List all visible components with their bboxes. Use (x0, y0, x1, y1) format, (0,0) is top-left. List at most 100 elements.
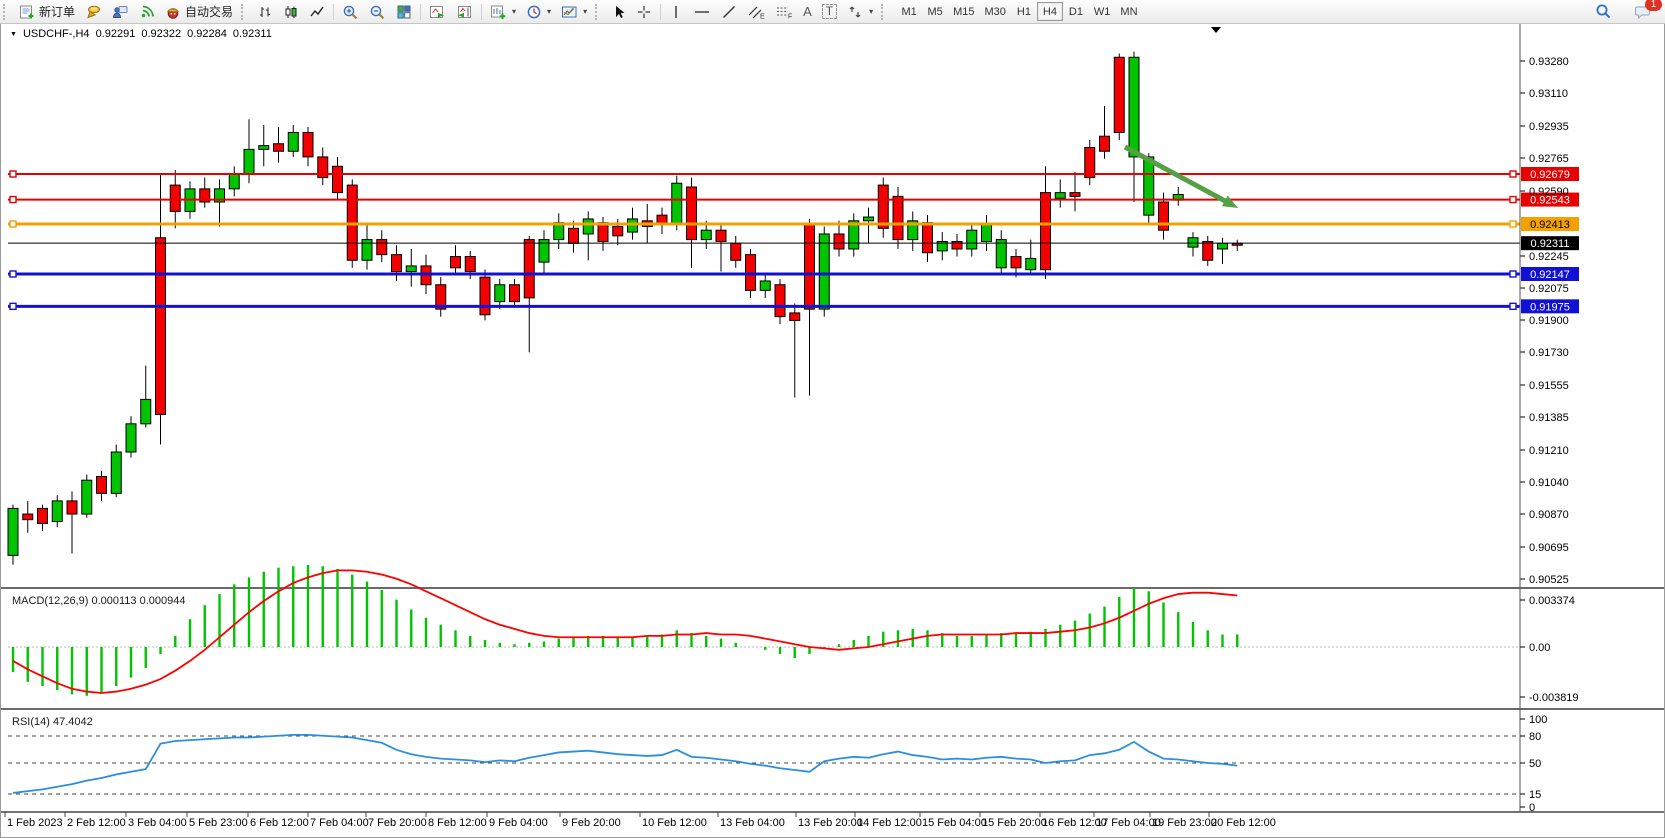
new-chart-dropdown-caret[interactable]: ▾ (512, 7, 516, 16)
candle-body (672, 183, 682, 224)
notification-badge: 1 (1645, 0, 1662, 11)
time-tick-label: 3 Feb 04:00 (128, 817, 187, 829)
symbol-period-label: USDCHF-,H4 (23, 28, 90, 40)
time-tick-label: 13 Feb 20:00 (798, 817, 863, 829)
horizontal-line-icon (693, 4, 711, 20)
candle-body (982, 225, 992, 242)
timeframe-button-M15[interactable]: M15 (948, 2, 979, 21)
price-level-tag-label: 0.92413 (1530, 219, 1570, 231)
period-button[interactable]: ▾ (521, 2, 556, 22)
price-tick-label: 0.92245 (1529, 251, 1569, 263)
time-tick-label: 19 Feb 23:00 (1152, 817, 1217, 829)
label-tool-button[interactable]: T (817, 2, 842, 22)
price-tick-label: 0.92935 (1529, 121, 1569, 133)
timeframe-button-M5[interactable]: M5 (922, 2, 948, 21)
template-icon (561, 4, 578, 20)
candle-body (170, 185, 180, 211)
zoom-out-button[interactable] (364, 2, 391, 22)
template-button[interactable]: ▾ (556, 2, 592, 22)
candle-body (731, 243, 741, 260)
price-tick-label: 0.90695 (1529, 542, 1569, 554)
hline-tool-button[interactable] (688, 2, 716, 22)
cursor-tool-button[interactable] (606, 2, 631, 22)
low-value: 0.92284 (187, 28, 227, 40)
terminal-person-icon (112, 4, 129, 20)
notifications-button[interactable]: 1 (1627, 1, 1659, 22)
rsi-axis-label: 100 (1529, 714, 1547, 726)
bar-chart-button[interactable] (252, 2, 278, 22)
line-chart-button[interactable] (304, 2, 330, 22)
candle-body (229, 174, 239, 189)
vline-tool-button[interactable] (664, 2, 688, 22)
timeframe-button-MN[interactable]: MN (1115, 2, 1142, 21)
label-tool-icon: T (822, 4, 837, 19)
trendline-tool-button[interactable] (716, 2, 742, 22)
candle-body (716, 230, 726, 241)
price-tick-label: 0.91900 (1529, 315, 1569, 327)
terminal-button[interactable] (107, 2, 134, 22)
timeframe-button-H1[interactable]: H1 (1011, 2, 1037, 21)
arrows-tool-button[interactable]: ▾ (842, 2, 878, 22)
time-tick-label: 5 Feb 23:00 (189, 817, 248, 829)
line-handle[interactable] (1510, 197, 1516, 203)
time-tick-label: 15 Feb 04:00 (922, 817, 987, 829)
auto-scroll-button[interactable] (424, 2, 451, 22)
price-tick-label: 0.92075 (1529, 283, 1569, 295)
new-order-icon (19, 4, 35, 20)
time-tick-label: 7 Feb 04:00 (310, 817, 369, 829)
candle-body (1055, 193, 1065, 199)
template-dropdown-caret[interactable]: ▾ (583, 7, 587, 16)
search-icon (1595, 3, 1612, 20)
autotrading-button[interactable]: 自动交易 (160, 2, 238, 22)
signals-button[interactable] (134, 2, 160, 22)
fibo-glyph: F (788, 13, 792, 20)
toolbar-grip[interactable] (241, 4, 248, 20)
toolbar-grip[interactable] (881, 4, 888, 20)
line-handle[interactable] (1510, 171, 1516, 177)
candle-body (1159, 202, 1169, 230)
candle-body (1129, 57, 1139, 157)
period-dropdown-caret[interactable]: ▾ (547, 7, 551, 16)
search-button[interactable] (1588, 1, 1619, 22)
candlestick-chart-button[interactable] (278, 2, 304, 22)
time-tick-label: 2 Feb 12:00 (67, 817, 126, 829)
chart-shift-button[interactable] (451, 2, 478, 22)
rsi-axis-label: 80 (1529, 731, 1541, 743)
timeframe-button-W1[interactable]: W1 (1089, 2, 1116, 21)
crosshair-icon (636, 4, 652, 20)
channel-glyph: E (760, 13, 765, 20)
toolbar-grip[interactable] (595, 4, 602, 20)
price-tick-label: 0.90525 (1529, 574, 1569, 586)
tile-windows-icon (396, 4, 412, 20)
arrows-dropdown-caret[interactable]: ▾ (869, 7, 873, 16)
channel-tool-button[interactable]: E (742, 2, 770, 22)
macd-axis-label: -0.003819 (1529, 692, 1579, 704)
collapse-icon[interactable]: ▼ (10, 31, 17, 38)
crosshair-tool-button[interactable] (631, 2, 657, 22)
expert-advisors-button[interactable] (80, 2, 107, 22)
text-tool-button[interactable]: A (798, 2, 817, 22)
new-chart-button[interactable]: ▾ (485, 2, 521, 22)
timeframe-button-D1[interactable]: D1 (1063, 2, 1089, 21)
candle-body (805, 225, 815, 310)
timeframe-button-M1[interactable]: M1 (896, 2, 922, 21)
line-handle[interactable] (10, 303, 16, 309)
candle-body (38, 508, 48, 523)
line-handle[interactable] (10, 221, 16, 227)
line-handle[interactable] (1510, 303, 1516, 309)
toolbar-grip[interactable] (3, 4, 10, 20)
new-order-button[interactable]: 新订单 (14, 2, 80, 22)
tile-windows-button[interactable] (391, 2, 417, 22)
zoom-in-button[interactable] (337, 2, 364, 22)
line-handle[interactable] (10, 197, 16, 203)
line-handle[interactable] (10, 271, 16, 277)
line-handle[interactable] (10, 171, 16, 177)
timeframe-button-H4[interactable]: H4 (1037, 2, 1063, 21)
fibonacci-tool-button[interactable]: F (770, 2, 798, 22)
timeframe-button-M30[interactable]: M30 (980, 2, 1011, 21)
line-handle[interactable] (1510, 271, 1516, 277)
candle-body (303, 132, 313, 156)
candle-body (1188, 238, 1198, 247)
candle-body (392, 255, 402, 272)
line-handle[interactable] (1510, 221, 1516, 227)
